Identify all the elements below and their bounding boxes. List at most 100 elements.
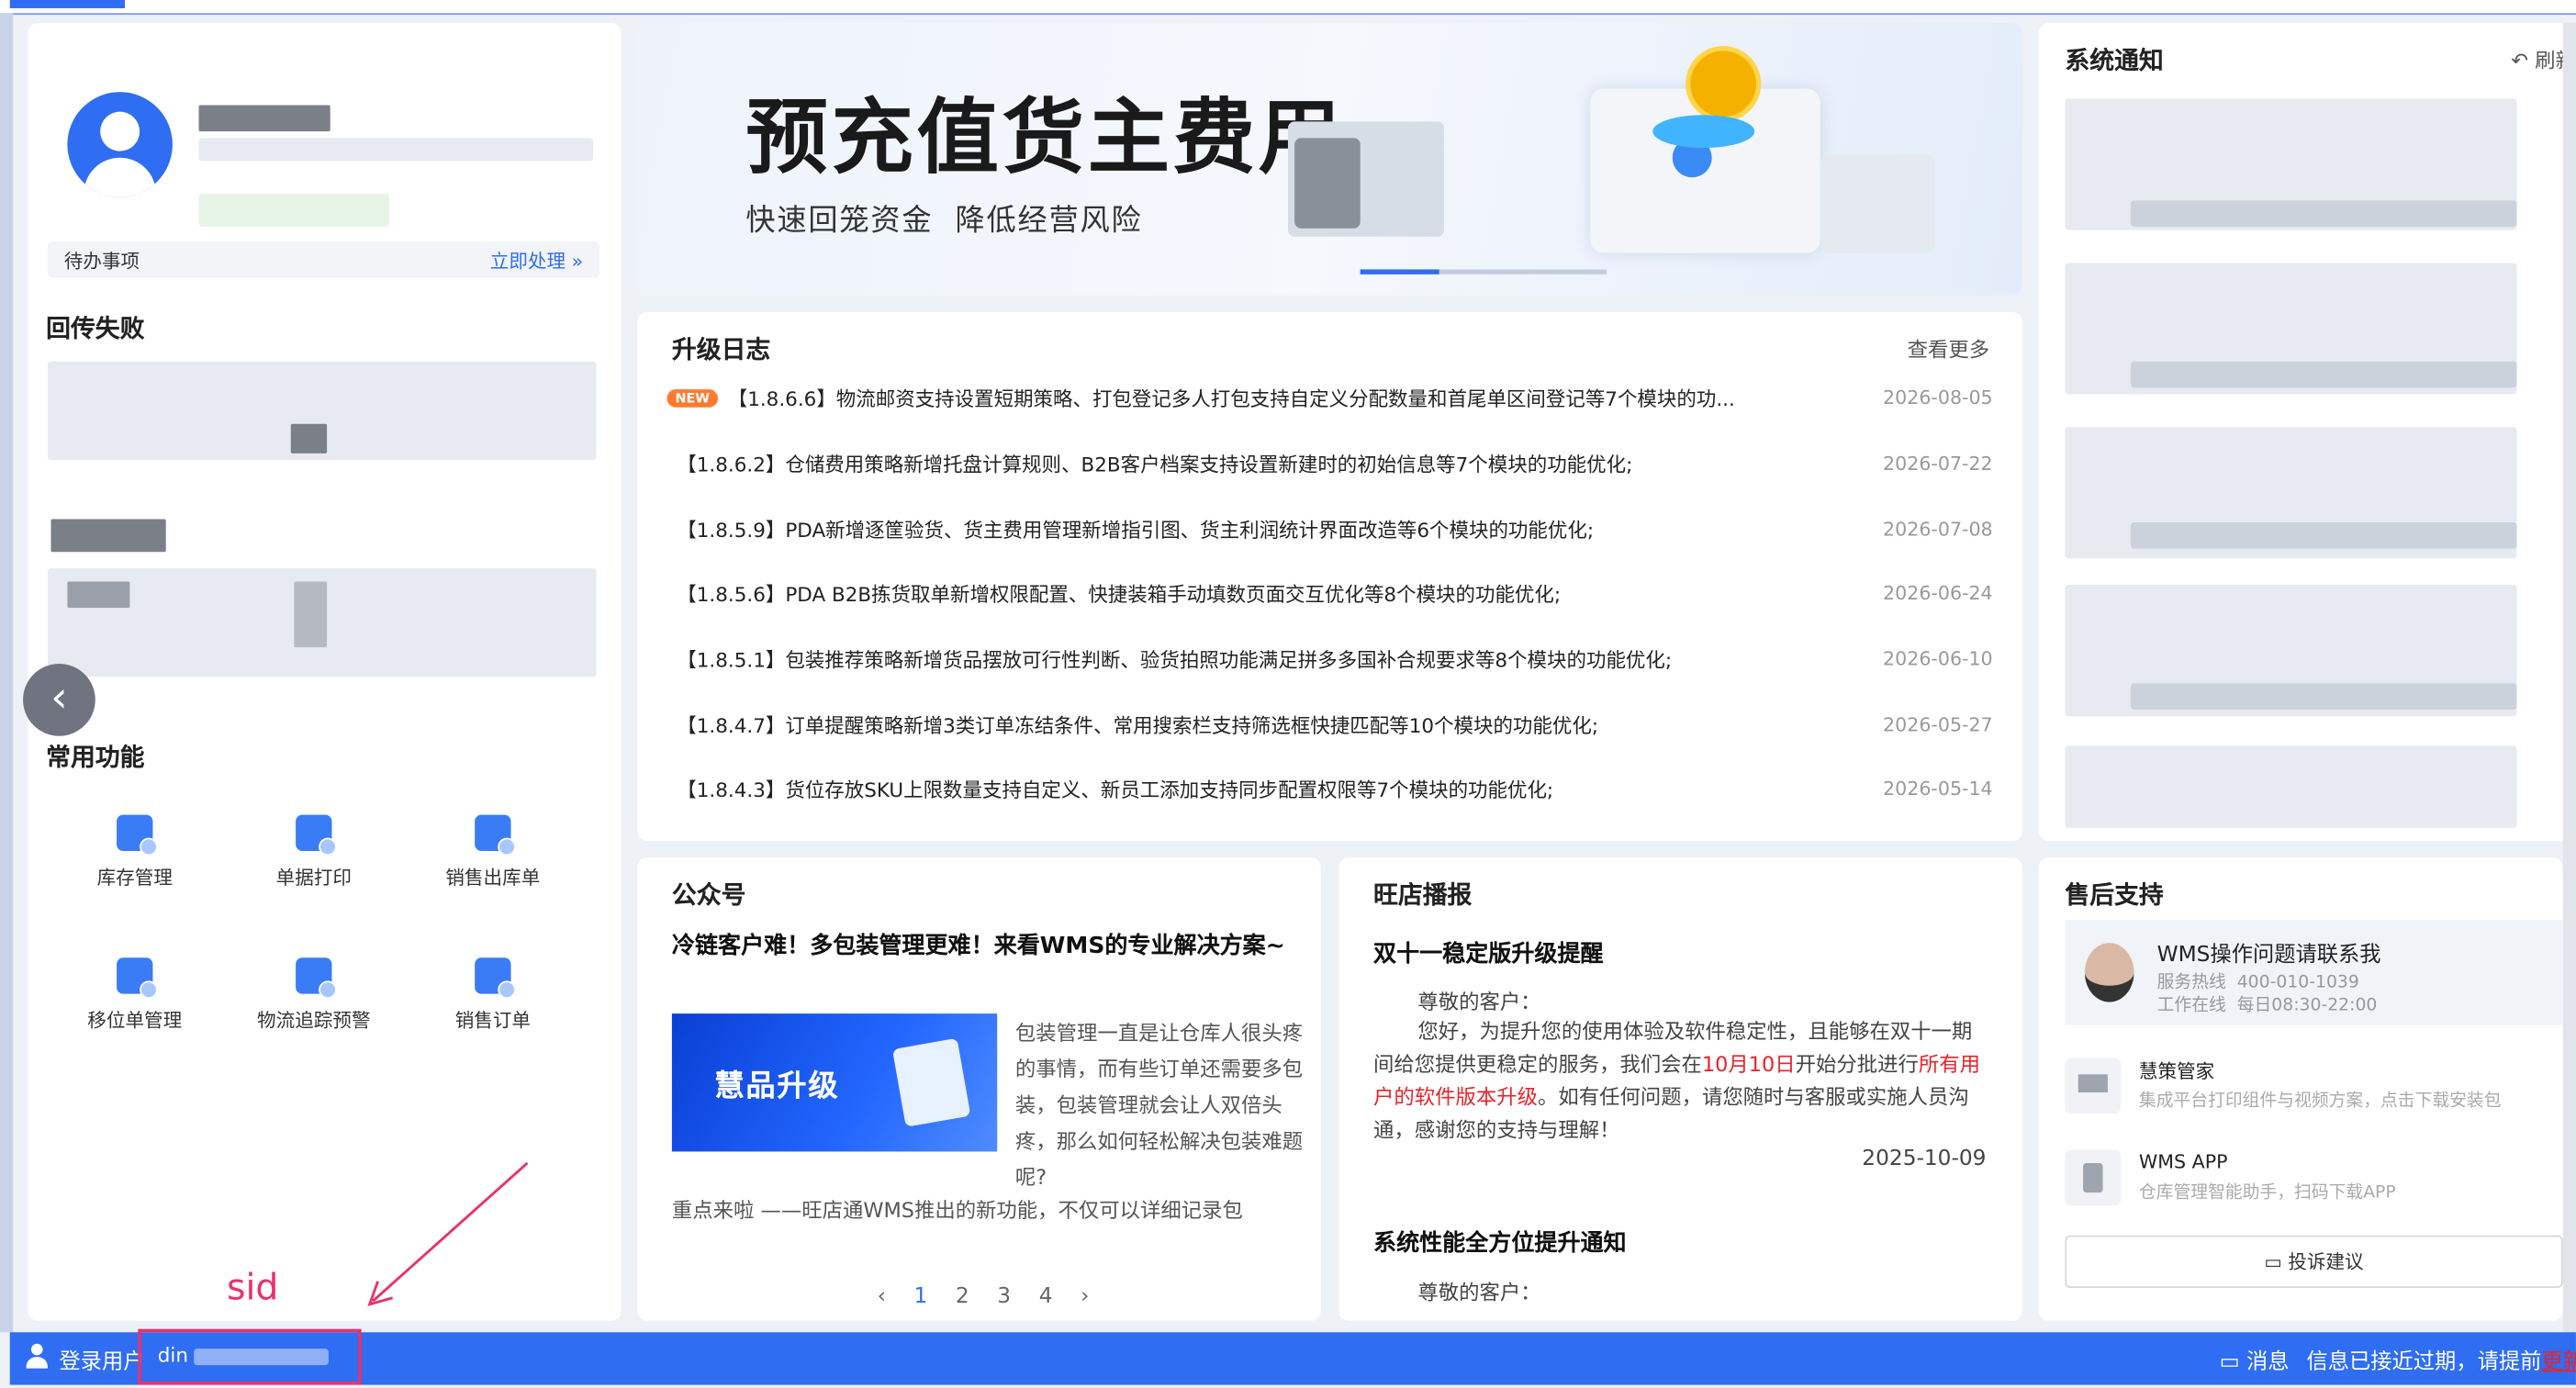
new-badge: NEW	[666, 388, 718, 407]
broadcast-body-red1: 10月10日	[1701, 1051, 1796, 1077]
official-account-card: 公众号 冷链客户难！多包装管理更难！来看WMS的专业解决方案~ 慧品升级 包装管…	[637, 857, 1321, 1321]
banner-illustration	[1278, 23, 2017, 296]
top-strip	[0, 0, 2576, 16]
log-entry[interactable]: 【1.8.6.2】仓储费用策略新增托盘计算规则、B2B客户档案支持设置新建时的初…	[677, 447, 1992, 480]
broadcast-card: 旺店播报 双十一稳定版升级提醒 尊敬的客户： 您好，为提升您的使用体验及软件稳定…	[1338, 857, 2022, 1321]
blurred-user-name	[198, 105, 330, 132]
log-entry[interactable]: 【1.8.5.1】包装推荐策略新增货品摆放可行性判断、验货拍照功能满足拼多多国补…	[677, 643, 1992, 676]
article-headline[interactable]: 冷链客户难！多包装管理更难！来看WMS的专业解决方案~	[672, 930, 1305, 965]
support-agent-avatar	[2084, 943, 2134, 1002]
huice-desc: 集成平台打印组件与视频方案，点击下载安装包	[2138, 1091, 2502, 1111]
failed-section-title: 回传失败	[46, 313, 145, 344]
contact-hours: 工作在线 每日08:30-22:00	[2156, 995, 2378, 1015]
upgrade-log-more-link[interactable]: 查看更多	[1908, 331, 1990, 363]
banner-title: 预充值货主费用	[745, 90, 1344, 186]
fn-print[interactable]: 单据打印	[240, 814, 387, 890]
message-button[interactable]: ▭ 消息	[2220, 1344, 2290, 1375]
top-tab-indicator[interactable]	[9, 0, 126, 8]
expiry-notice: 信息已接近过期，请提前更新	[2306, 1344, 2576, 1375]
broadcast-item2-title[interactable]: 系统性能全方位提升通知	[1373, 1226, 1627, 1259]
left-edge-strip	[0, 13, 14, 1333]
fn-outbound-label: 销售出库单	[445, 866, 541, 890]
todo-bar: 待办事项 立即处理 »	[47, 241, 600, 278]
upgrade-log-title: 升级日志	[671, 335, 771, 365]
pager-page[interactable]: 3	[997, 1284, 1011, 1309]
log-entry-date: 2026-07-08	[1883, 517, 1993, 541]
log-entry[interactable]: 【1.8.5.9】PDA新增逐筐验货、货主费用管理新增指引图、货主利润统计界面改…	[677, 512, 1992, 545]
expiry-text: 信息已接近过期，请提前	[2306, 1349, 2542, 1375]
log-entry[interactable]: NEW 【1.8.6.6】物流邮资支持设置短期策略、打包登记多人打包支持自定义分…	[666, 381, 1993, 414]
broadcast-body-b: 开始分批进行	[1795, 1051, 1919, 1077]
app-title: WMS APP	[2138, 1149, 2228, 1173]
log-entry-text: 【1.8.4.7】订单提醒策略新增3类订单冻结条件、常用搜索栏支持筛选框快捷匹配…	[677, 713, 1599, 737]
status-bar: 登录用户 din ▭ 消息 信息已接近过期，请提前更新	[9, 1332, 2576, 1385]
broadcast-body: 您好，为提升您的使用体验及软件稳定性，且能够在双十一期间给您提供更稳定的服务，我…	[1373, 1015, 1988, 1147]
app-download[interactable]: WMS APP 仓库管理智能助手，扫码下载APP	[2065, 1143, 2541, 1209]
expiry-link[interactable]: 更新	[2541, 1350, 2576, 1375]
blurred-user-info	[198, 138, 594, 162]
broadcast-item-date: 2025-10-09	[1862, 1147, 1987, 1171]
broadcast-greeting-2: 尊敬的客户：	[1417, 1280, 1541, 1304]
log-entry-text: 【1.8.6.6】物流邮资支持设置短期策略、打包登记多人打包支持自定义分配数量和…	[727, 386, 1735, 410]
after-sales-title: 售后支持	[2065, 880, 2164, 911]
coin-icon	[1686, 46, 1762, 122]
annotation-arrow	[367, 1161, 529, 1307]
log-entry-date: 2026-06-24	[1883, 581, 1993, 605]
fn-relocation[interactable]: 移位单管理	[61, 957, 208, 1033]
log-entry-date: 2026-07-22	[1883, 452, 1993, 476]
fn-order[interactable]: 销售订单	[419, 957, 566, 1033]
contact-box[interactable]: WMS操作问题请联系我 服务热线 400-010-1039 工作在线 每日08:…	[2065, 920, 2563, 1025]
log-entry[interactable]: 【1.8.5.6】PDA B2B拣货取单新增权限配置、快捷装箱手动填数页面交互优…	[677, 576, 1992, 610]
fn-relocation-label: 移位单管理	[87, 1008, 183, 1032]
document-icon	[891, 1037, 971, 1127]
right-edge-scrollbar[interactable]	[2562, 23, 2576, 1335]
collapse-sidebar-button[interactable]: ‹	[23, 663, 95, 736]
log-entry[interactable]: 【1.8.4.7】订单提醒策略新增3类订单冻结条件、常用搜索栏支持筛选框快捷匹配…	[677, 708, 1992, 741]
contact-title: WMS操作问题请联系我	[2156, 943, 2381, 968]
blurred-notice-4-bar	[2130, 683, 2517, 711]
log-entry-date: 2026-06-10	[1883, 647, 1993, 671]
log-entry-date: 2026-05-14	[1883, 777, 1993, 800]
pager-page[interactable]: 4	[1039, 1284, 1053, 1309]
fn-inventory[interactable]: 库存管理	[61, 814, 208, 890]
blurred-notice-5	[2065, 745, 2517, 828]
notice-title: 系统通知	[2065, 46, 2164, 76]
huice-download[interactable]: 慧策管家 集成平台打印组件与视频方案，点击下载安装包	[2065, 1051, 2541, 1117]
annotation-label: sid	[226, 1268, 279, 1310]
carousel-indicator[interactable]	[1360, 269, 1607, 274]
article-body-1: 包装管理一直是让仓库人很头疼的事情，而有些订单还需要多包装，包装管理就会让人双倍…	[1014, 1020, 1304, 1190]
app-desc: 仓库管理智能助手，扫码下载APP	[2138, 1182, 2396, 1203]
monitor-icon	[2065, 1058, 2122, 1114]
banner-carousel[interactable]: 预充值货主费用 快速回笼资金 降低经营风险	[637, 23, 2022, 297]
fn-logistics[interactable]: 物流追踪预警	[240, 957, 387, 1033]
user-icon	[26, 1343, 48, 1369]
truck-icon	[296, 957, 337, 1000]
system-notice-card: 系统通知 ↶ 刷新	[2038, 23, 2576, 842]
todo-action-link[interactable]: 立即处理 »	[490, 248, 583, 274]
blurred-user-status	[198, 194, 390, 227]
broadcast-greeting: 尊敬的客户：	[1417, 989, 1541, 1014]
feedback-label: 投诉建议	[2288, 1249, 2364, 1273]
pager-page[interactable]: 1	[913, 1284, 927, 1309]
broadcast-item-title[interactable]: 双十一稳定版升级提醒	[1373, 936, 1604, 969]
feedback-button[interactable]: ▭ 投诉建议	[2065, 1235, 2563, 1288]
after-sales-card: 售后支持 WMS操作问题请联系我 服务热线 400-010-1039 工作在线 …	[2038, 857, 2563, 1321]
log-entry-date: 2026-08-05	[1883, 386, 1993, 409]
broadcast-title: 旺店播报	[1373, 880, 1473, 911]
banner-subtitle: 快速回笼资金 降低经营风险	[745, 203, 1143, 239]
article-pager: ‹ 1 2 3 4 ›	[868, 1278, 1099, 1309]
log-entry-text: 【1.8.5.1】包装推荐策略新增货品摆放可行性判断、验货拍照功能满足拼多多国补…	[677, 647, 1673, 672]
pager-next-button[interactable]: ›	[1081, 1284, 1089, 1309]
log-entry-text: 【1.8.5.9】PDA新增逐筐验货、货主费用管理新增指引图、货主利润统计界面改…	[677, 518, 1595, 542]
article-thumbnail[interactable]: 慧品升级	[671, 1013, 998, 1152]
fn-inventory-label: 库存管理	[96, 866, 173, 890]
pager-page[interactable]: 2	[956, 1284, 969, 1309]
avatar	[67, 92, 173, 197]
fn-outbound[interactable]: 销售出库单	[419, 814, 566, 890]
log-entry[interactable]: 【1.8.4.3】货位存放SKU上限数量支持自定义、新员工添加支持同步配置权限等…	[677, 772, 1992, 805]
pager-prev-button[interactable]: ‹	[878, 1284, 886, 1309]
login-user-label: 登录用户	[59, 1349, 145, 1375]
refresh-icon: ↶	[2511, 47, 2529, 73]
blurred-failed-mark-2	[67, 581, 130, 609]
common-functions-title: 常用功能	[46, 742, 145, 773]
